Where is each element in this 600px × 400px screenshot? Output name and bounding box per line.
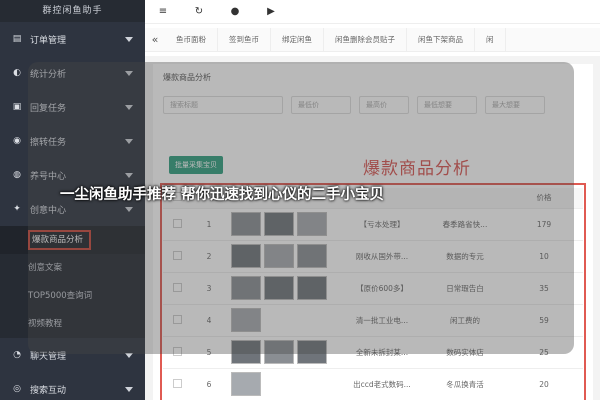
product-thumbnail[interactable] — [231, 372, 261, 396]
tab-bar: « 鱼币面粉 签到鱼币 绑定闲鱼 闲鱼删除会员贴子 闲鱼下架商品 闲 — [145, 27, 600, 52]
user-icon: ◍ — [13, 170, 21, 180]
search-icon: ◎ — [13, 384, 21, 394]
row-number: 6 — [191, 368, 227, 400]
tabs-scroll-left-icon[interactable]: « — [145, 33, 165, 46]
row-checkbox[interactable] — [172, 378, 182, 388]
play-icon[interactable]: ▶ — [253, 6, 289, 17]
document-icon: ▤ — [12, 34, 22, 44]
chevron-down-icon — [125, 37, 133, 42]
chart-icon: ◐ — [13, 68, 21, 78]
tab-more[interactable]: 闲 — [475, 27, 506, 52]
sidebar-item-orders[interactable]: ▤ 订单管理 — [0, 22, 145, 56]
bulb-icon: ✦ — [13, 204, 21, 214]
product-price: 20 — [505, 368, 583, 400]
menu-icon[interactable]: ≡ — [145, 6, 181, 17]
promo-overlay — [28, 62, 574, 354]
tab-bind-xianyu[interactable]: 绑定闲鱼 — [271, 27, 324, 52]
reply-icon: ▣ — [12, 102, 22, 112]
table-row[interactable]: 6 出ccd老式数码... 冬瓜换青活 20 — [163, 368, 583, 400]
promo-headline: 一尘闲鱼助手推荐 帮你迅速找到心仪的二手小宝贝 — [60, 187, 385, 203]
tab-sign-in-coins[interactable]: 签到鱼币 — [218, 27, 271, 52]
tab-delete-posts[interactable]: 闲鱼删除会员贴子 — [324, 27, 407, 52]
tab-delist-items[interactable]: 闲鱼下架商品 — [407, 27, 475, 52]
app-title: 群控闲鱼助手 — [0, 0, 145, 22]
product-title[interactable]: 出ccd老式数码... — [339, 368, 425, 400]
chevron-down-icon — [125, 387, 133, 392]
task-icon: ◉ — [13, 136, 21, 146]
tab-coin-flour[interactable]: 鱼币面粉 — [165, 27, 218, 52]
record-icon[interactable]: ● — [217, 6, 253, 17]
product-desc: 冬瓜换青活 — [425, 368, 505, 400]
refresh-icon[interactable]: ↻ — [181, 6, 217, 17]
sidebar-item-search[interactable]: ◎ 搜索互动 — [0, 372, 145, 400]
sidebar-item-label: 搜索互动 — [30, 385, 67, 396]
sidebar-item-label: 订单管理 — [30, 35, 67, 46]
top-toolbar: ≡ ↻ ● ▶ — [145, 0, 600, 24]
chat-icon: ◔ — [13, 350, 21, 360]
